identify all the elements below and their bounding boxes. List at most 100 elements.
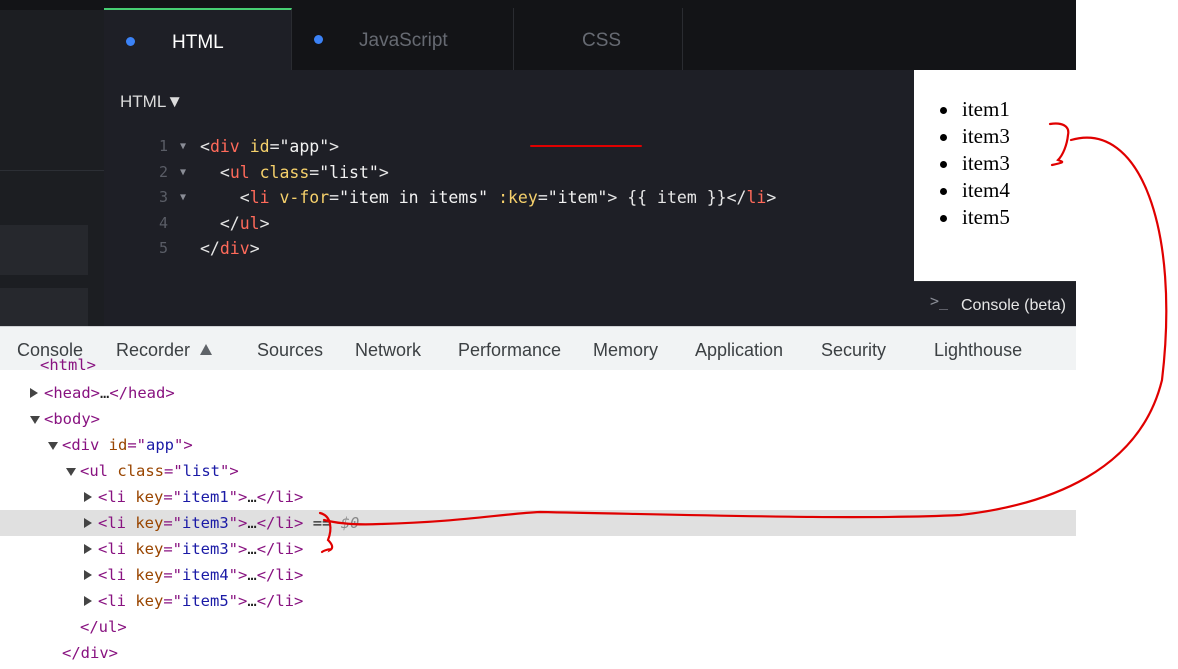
- devtools-tab-application[interactable]: Application: [695, 327, 783, 373]
- dom-node[interactable]: <ul class="list">: [0, 458, 1076, 484]
- dom-token: </li>: [256, 592, 304, 610]
- tab-css[interactable]: CSS: [514, 8, 683, 70]
- fold-arrow-icon[interactable]: ▼: [180, 134, 186, 160]
- devtools-tab-lighthouse[interactable]: Lighthouse: [934, 327, 1022, 373]
- devtools-tab-performance[interactable]: Performance: [458, 327, 561, 373]
- dom-token: =": [163, 488, 182, 506]
- dom-token: …: [247, 514, 257, 532]
- dom-token: item1: [182, 488, 229, 506]
- code-token: "item": [547, 188, 608, 207]
- dom-node[interactable]: <head>…</head>: [0, 380, 1076, 406]
- dom-node[interactable]: </ul>: [0, 614, 1076, 640]
- dom-token: $0: [340, 514, 360, 532]
- code-token: {{ item }}: [617, 188, 727, 207]
- code-token: class: [259, 162, 310, 182]
- dom-token: =": [163, 514, 182, 532]
- code-token: =: [329, 188, 340, 207]
- code-token: div: [209, 137, 240, 156]
- expand-arrow-right-icon[interactable]: [84, 544, 92, 554]
- dom-node[interactable]: </div>: [0, 640, 1076, 666]
- preview-list-item: item1: [940, 97, 1010, 121]
- devtools-tab-security[interactable]: Security: [821, 327, 886, 373]
- devtools-tab-memory[interactable]: Memory: [593, 327, 658, 373]
- fold-arrow-icon[interactable]: ▼: [180, 160, 186, 186]
- code-token: >: [329, 137, 340, 156]
- key-underline-annotation: [530, 145, 642, 147]
- dom-node[interactable]: <li key="item3">…</li>: [0, 536, 1076, 562]
- dom-token: </ul>: [80, 618, 127, 636]
- expand-arrow-down-icon[interactable]: [66, 468, 76, 476]
- editor-language-dropdown[interactable]: HTML▼: [120, 92, 183, 112]
- dom-node-text: <li key="item4">…</li>: [98, 562, 303, 588]
- code-token: </: [219, 213, 240, 233]
- expand-arrow-right-icon[interactable]: [84, 518, 92, 528]
- devtools-tab-label: Recorder: [116, 340, 191, 360]
- expand-arrow-right-icon[interactable]: [84, 596, 92, 606]
- devtools-tab-sources[interactable]: Sources: [257, 327, 323, 373]
- preview-list-item: item4: [940, 178, 1010, 202]
- dom-token: list: [182, 462, 220, 480]
- code-token: "list": [319, 162, 379, 182]
- code-token: li: [746, 188, 767, 207]
- code-token: >: [378, 162, 389, 182]
- dom-token: ">: [228, 514, 248, 532]
- sidebar-block[interactable]: [0, 288, 88, 326]
- tab-label: HTML: [172, 32, 224, 53]
- line-number: 3: [158, 188, 168, 206]
- dom-node[interactable]: <li key="item5">…</li>: [0, 588, 1076, 614]
- code-token: id: [249, 137, 270, 156]
- dom-token: ==: [303, 514, 341, 532]
- dom-token: app: [146, 436, 175, 454]
- expand-arrow-right-icon[interactable]: [84, 570, 92, 580]
- dom-token: </li>: [256, 488, 304, 506]
- tab-html[interactable]: HTML: [104, 8, 292, 70]
- code-text: <ul class="list">: [200, 160, 389, 186]
- dom-node-text: <li key="item5">…</li>: [98, 588, 303, 614]
- devtools-tab-network[interactable]: Network: [355, 327, 421, 373]
- expand-arrow-down-icon[interactable]: [48, 442, 58, 450]
- tab-javascript[interactable]: JavaScript: [292, 8, 514, 70]
- dom-node[interactable]: <div id="app">: [0, 432, 1076, 458]
- html-editor[interactable]: HTML▼ 1 ▼ <div id="app"> 2 ▼ <ul class="list…: [104, 70, 914, 326]
- sidebar-block[interactable]: [0, 225, 88, 275]
- html-node-partial: <html>: [40, 356, 96, 374]
- preview-list: item1 item3 item3 item4 item5: [940, 96, 1010, 231]
- code-token: ul: [229, 162, 250, 182]
- code-text: <li v-for="item in items" :key="item"> {…: [200, 185, 777, 211]
- dom-node[interactable]: <li key="item4">…</li>: [0, 562, 1076, 588]
- dom-token: ">: [228, 540, 248, 558]
- dom-node[interactable]: <body>: [0, 406, 1076, 432]
- code-token: </: [200, 239, 220, 258]
- terminal-icon: >_: [930, 292, 949, 310]
- dom-node-text: </div>: [62, 640, 118, 666]
- dom-node-text: <li key="item3">…</li> == $0: [98, 510, 359, 536]
- line-number: 2: [158, 162, 168, 181]
- code-text: </ul>: [200, 211, 270, 237]
- dom-token: </head>: [109, 384, 175, 402]
- dom-token: id: [108, 436, 128, 454]
- dom-node-selected[interactable]: <li key="item3">…</li> == $0: [0, 510, 1076, 536]
- code-token: </: [726, 188, 747, 207]
- fold-arrow-icon[interactable]: ▼: [180, 185, 186, 211]
- preview-list-item: item3: [940, 151, 1010, 175]
- elements-tree[interactable]: <html> <head>…</head> <body> <div id="app"…: [0, 356, 1076, 669]
- console-beta-button[interactable]: >_ Console (beta): [914, 281, 1076, 327]
- expand-arrow-right-icon[interactable]: [30, 388, 38, 398]
- dom-token: <li: [98, 592, 136, 610]
- expand-arrow-right-icon[interactable]: [84, 492, 92, 502]
- preview-list-item: item3: [940, 124, 1010, 148]
- sidebar-divider: [0, 170, 104, 171]
- code-text: <div id="app">: [200, 134, 339, 160]
- line-number: 1: [158, 137, 168, 155]
- dom-token: <ul: [80, 462, 118, 480]
- expand-arrow-down-icon[interactable]: [30, 416, 40, 424]
- preview-pane: item1 item3 item3 item4 item5: [914, 70, 1076, 280]
- devtools-tab-recorder[interactable]: Recorder: [116, 327, 213, 373]
- dom-node[interactable]: <li key="item1">…</li>: [0, 484, 1076, 510]
- devtools-tabbar: Console Recorder Sources Network Perform…: [0, 326, 1076, 370]
- dom-token: <li: [98, 514, 136, 532]
